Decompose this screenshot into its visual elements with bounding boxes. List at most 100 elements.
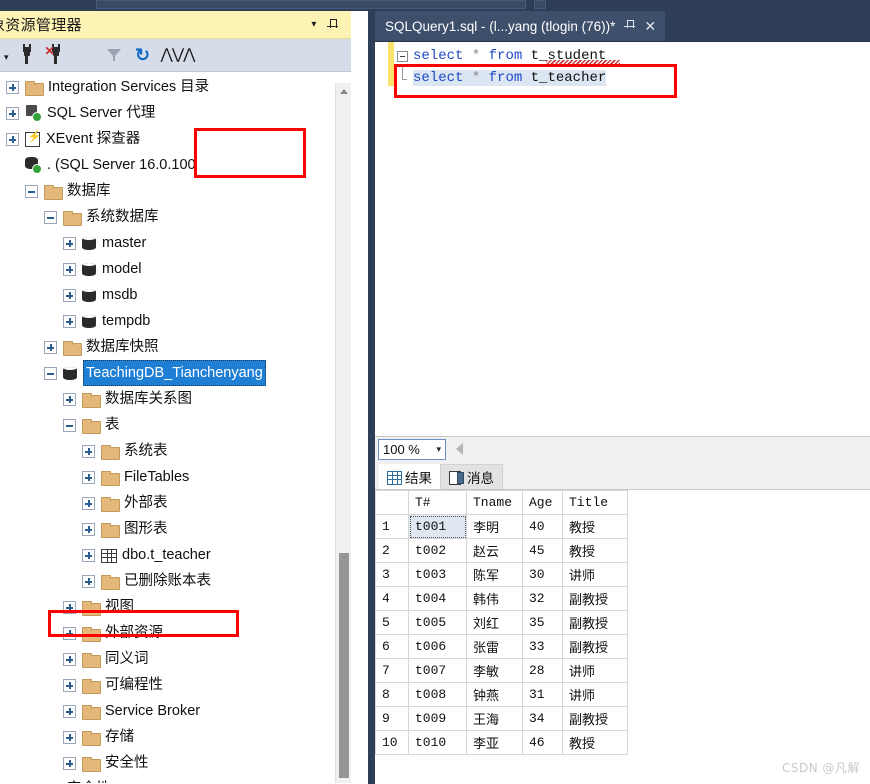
- cell-teacher-id[interactable]: t010: [408, 730, 467, 755]
- expand-icon[interactable]: [63, 678, 76, 692]
- tree-node[interactable]: 视图: [0, 594, 368, 620]
- collapse-icon[interactable]: [44, 366, 57, 380]
- tree-node[interactable]: 数据库: [0, 178, 368, 204]
- tab-messages[interactable]: 消息: [440, 464, 503, 489]
- cell-age[interactable]: 40: [522, 514, 563, 539]
- row-number[interactable]: 1: [375, 514, 409, 539]
- expand-icon[interactable]: [63, 288, 76, 302]
- table-row[interactable]: 7 t007 李敏 28 讲师: [375, 658, 628, 683]
- cell-age[interactable]: 28: [522, 658, 563, 683]
- cell-teacher-id[interactable]: t008: [408, 682, 467, 707]
- tree-node[interactable]: SQL Server 代理: [0, 100, 368, 126]
- expand-icon[interactable]: [63, 314, 76, 328]
- expand-icon[interactable]: [63, 652, 76, 666]
- table-row[interactable]: 9 t009 王海 34 副教授: [375, 706, 628, 731]
- tree-node[interactable]: 表: [0, 412, 368, 438]
- cell-age[interactable]: 31: [522, 682, 563, 707]
- row-number[interactable]: 2: [375, 538, 409, 563]
- expand-icon[interactable]: [63, 392, 76, 406]
- tree-node[interactable]: Service Broker: [0, 698, 368, 724]
- cell-teacher-id[interactable]: t007: [408, 658, 467, 683]
- panel-menu-dropdown-icon[interactable]: ▾: [311, 20, 316, 30]
- cell-teacher-id[interactable]: t006: [408, 634, 467, 659]
- tree-node[interactable]: 数据库关系图: [0, 386, 368, 412]
- row-number[interactable]: 10: [375, 730, 409, 755]
- cell-title[interactable]: 教授: [562, 514, 628, 539]
- expand-icon[interactable]: [82, 522, 95, 536]
- cell-title[interactable]: 讲师: [562, 658, 628, 683]
- cell-title[interactable]: 副教授: [562, 634, 628, 659]
- table-row[interactable]: 5 t005 刘红 35 副教授: [375, 610, 628, 635]
- expand-icon[interactable]: [82, 444, 95, 458]
- column-header[interactable]: T#: [408, 490, 467, 515]
- stop-icon[interactable]: [74, 44, 96, 66]
- tree-node[interactable]: 系统数据库: [0, 204, 368, 230]
- tree-node[interactable]: 同义词: [0, 646, 368, 672]
- tree-node[interactable]: 安全性: [0, 750, 368, 776]
- tree-scrollbar[interactable]: [335, 83, 352, 783]
- cell-age[interactable]: 46: [522, 730, 563, 755]
- table-row[interactable]: 6 t006 张雷 33 副教授: [375, 634, 628, 659]
- row-number[interactable]: 6: [375, 634, 409, 659]
- expand-icon[interactable]: [82, 470, 95, 484]
- collapse-icon[interactable]: [63, 418, 76, 432]
- expand-icon[interactable]: [63, 704, 76, 718]
- column-header[interactable]: Age: [522, 490, 563, 515]
- table-row[interactable]: 1 t001 李明 40 教授: [375, 514, 628, 539]
- connect-icon[interactable]: [16, 44, 38, 66]
- table-row[interactable]: 4 t004 韩伟 32 副教授: [375, 586, 628, 611]
- scrollbar-thumb[interactable]: [339, 553, 349, 778]
- zoom-level-select[interactable]: 100 % ▾: [378, 438, 446, 460]
- cell-title[interactable]: 讲师: [562, 562, 628, 587]
- tree-node[interactable]: tempdb: [0, 308, 368, 334]
- cell-teacher-name[interactable]: 刘红: [466, 610, 523, 635]
- tree-node[interactable]: 已删除账本表: [0, 568, 368, 594]
- cell-title[interactable]: 教授: [562, 730, 628, 755]
- expand-icon[interactable]: [63, 600, 76, 614]
- cell-age[interactable]: 34: [522, 706, 563, 731]
- cell-teacher-name[interactable]: 李敏: [466, 658, 523, 683]
- expand-icon[interactable]: [6, 106, 19, 120]
- cell-age[interactable]: 35: [522, 610, 563, 635]
- expand-icon[interactable]: [44, 340, 57, 354]
- row-number[interactable]: 8: [375, 682, 409, 707]
- expand-icon[interactable]: [6, 132, 19, 146]
- cell-teacher-id[interactable]: t001: [408, 514, 467, 539]
- object-explorer-tree[interactable]: Integration Services 目录 SQL Server 代理 XEve…: [0, 72, 368, 783]
- disconnect-icon[interactable]: ✕: [45, 44, 67, 66]
- expand-icon[interactable]: [82, 574, 95, 588]
- tree-node[interactable]: dbo.t_teacher: [0, 542, 368, 568]
- expand-icon[interactable]: [63, 756, 76, 770]
- tree-node[interactable]: FileTables: [0, 464, 368, 490]
- tab-close-icon[interactable]: ✕: [644, 19, 656, 33]
- scroll-up-arrow-icon[interactable]: [336, 83, 352, 100]
- tab-results[interactable]: 结果: [379, 464, 440, 489]
- cell-teacher-name[interactable]: 王海: [466, 706, 523, 731]
- tree-node[interactable]: master: [0, 230, 368, 256]
- tree-node[interactable]: 安全性: [0, 776, 368, 783]
- cell-title[interactable]: 讲师: [562, 682, 628, 707]
- column-header[interactable]: [375, 490, 409, 515]
- table-row[interactable]: 8 t008 钟燕 31 讲师: [375, 682, 628, 707]
- tree-node[interactable]: 可编程性: [0, 672, 368, 698]
- cell-teacher-id[interactable]: t003: [408, 562, 467, 587]
- cell-age[interactable]: 33: [522, 634, 563, 659]
- expand-icon[interactable]: [6, 80, 19, 94]
- results-table[interactable]: T# Tname Age Title 1 t001 李明 40 教授 2 t002 赵云 45 教授 3 t0…: [375, 490, 628, 755]
- table-row[interactable]: 2 t002 赵云 45 教授: [375, 538, 628, 563]
- cell-teacher-id[interactable]: t002: [408, 538, 467, 563]
- expand-icon[interactable]: [82, 548, 95, 562]
- tree-node[interactable]: 图形表: [0, 516, 368, 542]
- table-row[interactable]: 3 t003 陈军 30 讲师: [375, 562, 628, 587]
- tree-node[interactable]: msdb: [0, 282, 368, 308]
- row-number[interactable]: 9: [375, 706, 409, 731]
- connect-dropdown-button[interactable]: 接 ▾: [0, 45, 9, 65]
- column-header[interactable]: Title: [562, 490, 628, 515]
- filter-icon[interactable]: [103, 44, 125, 66]
- tree-node[interactable]: TeachingDB_Tianchenyang: [0, 360, 368, 386]
- results-pane[interactable]: T# Tname Age Title 1 t001 李明 40 教授 2 t002 赵云 45 教授 3 t0…: [375, 489, 870, 784]
- cell-title[interactable]: 副教授: [562, 706, 628, 731]
- activity-monitor-icon[interactable]: ⋀⋁⋀: [161, 44, 196, 66]
- row-number[interactable]: 3: [375, 562, 409, 587]
- cell-teacher-name[interactable]: 张雷: [466, 634, 523, 659]
